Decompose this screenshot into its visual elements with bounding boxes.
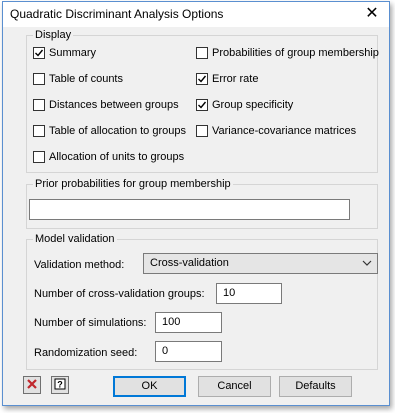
- checkbox-box: [196, 47, 208, 59]
- display-legend: Display: [35, 29, 72, 41]
- cross-validation-groups-label: Number of cross-validation groups:: [34, 288, 205, 300]
- number-of-simulations-input[interactable]: 100: [155, 312, 222, 333]
- help-button[interactable]: ?: [51, 376, 69, 394]
- checkbox-box: [33, 47, 45, 59]
- allocation-of-units-checkbox[interactable]: Allocation of units to groups: [33, 151, 184, 163]
- number-of-simulations-label: Number of simulations:: [34, 317, 147, 329]
- table-of-counts-label: Table of counts: [49, 73, 123, 85]
- distances-between-groups-label: Distances between groups: [49, 99, 179, 111]
- checkbox-box: [33, 125, 45, 137]
- checkbox-box: [33, 99, 45, 111]
- table-of-allocation-checkbox[interactable]: Table of allocation to groups: [33, 125, 186, 137]
- probabilities-label: Probabilities of group membership: [212, 47, 379, 59]
- svg-text:?: ?: [57, 379, 63, 389]
- window-title: Quadratic Discriminant Analysis Options: [10, 7, 224, 21]
- summary-checkbox[interactable]: Summary: [33, 47, 96, 59]
- ok-button[interactable]: OK: [113, 376, 186, 397]
- summary-label: Summary: [49, 47, 97, 59]
- allocation-of-units-label: Allocation of units to groups: [49, 151, 185, 163]
- validation-method-select[interactable]: Cross-validation: [143, 253, 378, 274]
- checkbox-box: [33, 73, 45, 85]
- prior-probabilities-input[interactable]: [29, 199, 350, 220]
- help-question-icon: ?: [54, 378, 66, 393]
- checkbox-box: [33, 151, 45, 163]
- clear-button[interactable]: [23, 376, 41, 394]
- cancel-button[interactable]: Cancel: [198, 376, 271, 397]
- error-rate-checkbox[interactable]: Error rate: [196, 73, 258, 85]
- validation-method-label: Validation method:: [34, 259, 125, 271]
- model-validation-legend: Model validation: [35, 233, 115, 245]
- error-rate-label: Error rate: [212, 73, 259, 85]
- cross-validation-groups-input[interactable]: 10: [216, 283, 282, 304]
- options-dialog: Quadratic Discriminant Analysis Options …: [2, 1, 390, 406]
- randomization-seed-input[interactable]: 0: [155, 341, 222, 362]
- checkbox-box: [196, 73, 208, 85]
- prior-probabilities-legend: Prior probabilities for group membership: [35, 178, 231, 190]
- group-specificity-label: Group specificity: [212, 99, 294, 111]
- randomization-seed-label: Randomization seed:: [34, 347, 138, 359]
- variance-covariance-label: Variance-covariance matrices: [212, 125, 357, 137]
- distances-between-groups-checkbox[interactable]: Distances between groups: [33, 99, 179, 111]
- checkbox-box: [196, 125, 208, 137]
- clear-red-x-icon: [26, 378, 38, 393]
- group-specificity-checkbox[interactable]: Group specificity: [196, 99, 293, 111]
- probabilities-checkbox[interactable]: Probabilities of group membership: [196, 47, 379, 59]
- checkbox-box: [196, 99, 208, 111]
- validation-method-value: Cross-validation: [150, 257, 229, 269]
- defaults-button[interactable]: Defaults: [279, 376, 352, 397]
- table-of-allocation-label: Table of allocation to groups: [49, 125, 186, 137]
- table-of-counts-checkbox[interactable]: Table of counts: [33, 73, 123, 85]
- title-bar: Quadratic Discriminant Analysis Options …: [3, 2, 389, 27]
- close-icon[interactable]: ✕: [363, 5, 381, 23]
- chevron-down-icon: [362, 258, 372, 273]
- variance-covariance-checkbox[interactable]: Variance-covariance matrices: [196, 125, 356, 137]
